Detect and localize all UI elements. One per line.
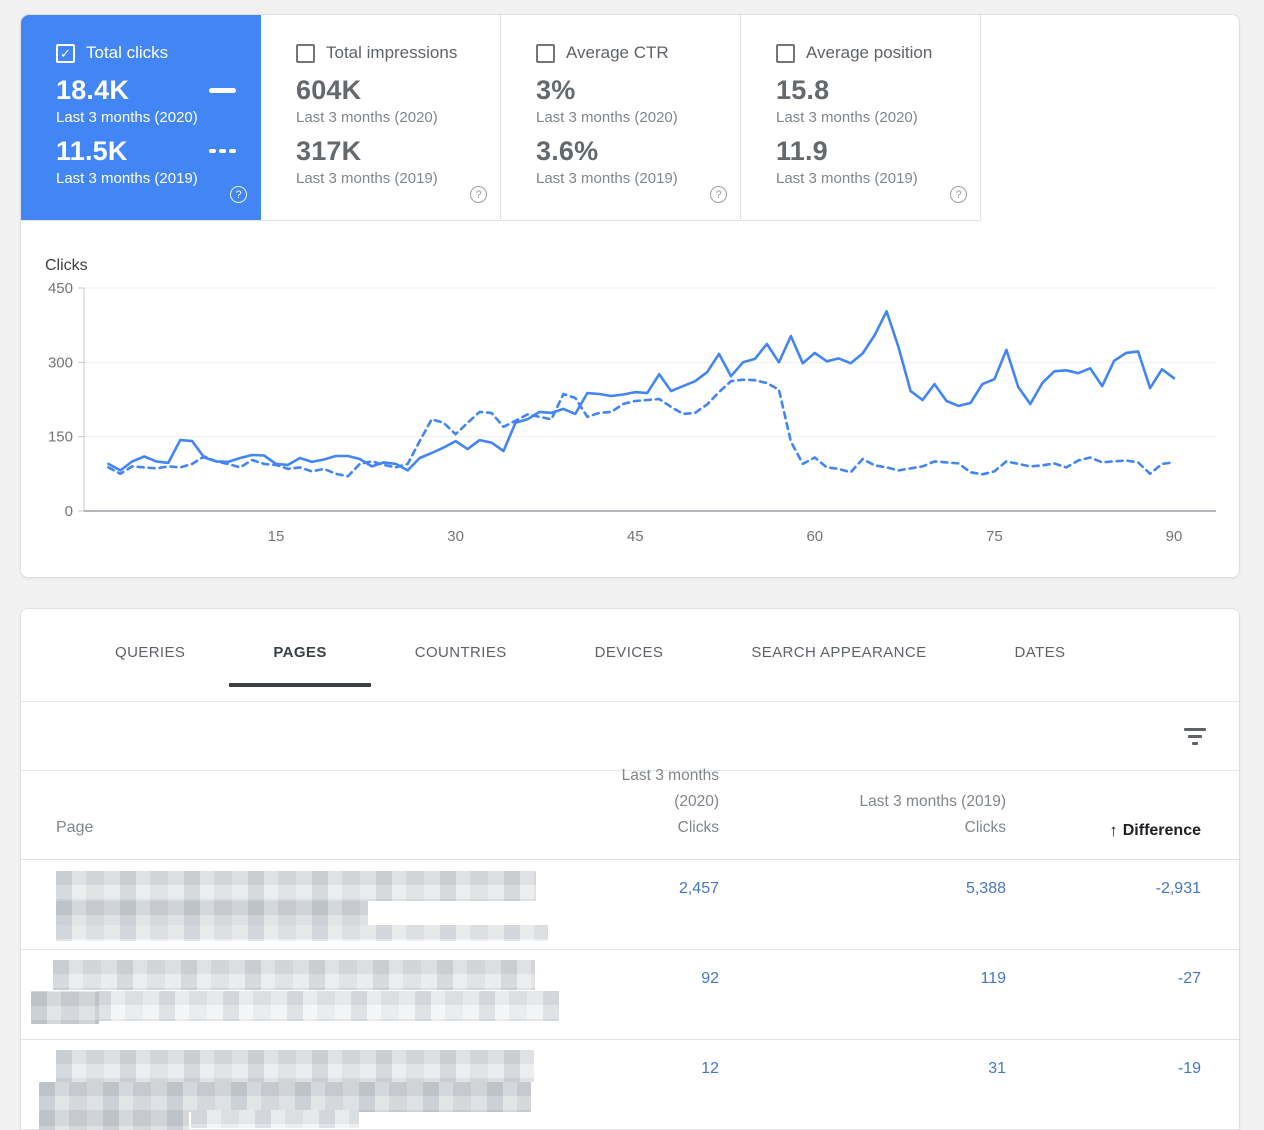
table-header-row: Page Last 3 months (2020) Clicks Last 3 …: [21, 767, 1239, 860]
metric-previous-period: Last 3 months (2019): [296, 170, 438, 187]
svg-text:60: 60: [806, 528, 823, 545]
table-row[interactable]: 2,457 5,388 -2,931: [21, 860, 1239, 950]
metric-previous-value: 11.5K: [56, 135, 128, 166]
metric-card-average-ctr[interactable]: Average CTR 3% Last 3 months (2020) 3.6%…: [501, 15, 741, 220]
clicks-comparison-chart: 0 150 300 450 15 30 45 60 75 90: [48, 280, 1216, 545]
help-icon[interactable]: ?: [950, 186, 967, 203]
average-ctr-checkbox-icon[interactable]: [536, 43, 555, 63]
column-header-difference[interactable]: ↑ Difference: [1006, 821, 1201, 841]
table-toolbar: [21, 702, 1239, 771]
svg-text:75: 75: [986, 528, 1003, 545]
search-performance-report: ✓ Total clicks 18.4K Last 3 months (2020…: [0, 0, 1264, 1130]
svg-text:45: 45: [627, 528, 644, 545]
difference-value: -19: [1177, 1060, 1201, 1077]
table-row[interactable]: 12 31 -19: [21, 1040, 1239, 1130]
tab-search-appearance[interactable]: SEARCH APPEARANCE: [707, 609, 970, 701]
metric-previous: 11.5K: [56, 135, 236, 167]
clicks-2019-value: 5,388: [965, 880, 1006, 897]
svg-text:450: 450: [48, 280, 73, 297]
metrics-chart-panel: ✓ Total clicks 18.4K Last 3 months (2020…: [20, 14, 1240, 578]
clicks-2020-value: 12: [701, 1060, 719, 1077]
column-header-clicks-2019[interactable]: Last 3 months (2019) Clicks: [719, 789, 1006, 841]
clicks-2019-value: 31: [988, 1060, 1006, 1077]
tab-devices[interactable]: DEVICES: [551, 609, 708, 701]
column-period-2019: Last 3 months (2019): [859, 793, 1006, 810]
clicks-2019-value: 119: [980, 970, 1006, 987]
metric-card-header: Total impressions: [296, 43, 476, 63]
total-impressions-checkbox-icon[interactable]: [296, 43, 315, 63]
metric-card-average-position[interactable]: Average position 15.8 Last 3 months (202…: [741, 15, 981, 220]
metric-card-header: Average CTR: [536, 43, 716, 63]
clicks-2020-value: 92: [701, 970, 719, 987]
column-header-clicks-2020[interactable]: Last 3 months (2020) Clicks: [596, 763, 719, 841]
metric-current-value: 15.8: [776, 74, 830, 105]
column-metric-2019: Clicks: [964, 819, 1006, 836]
svg-text:0: 0: [65, 503, 73, 520]
filter-list-icon[interactable]: [1183, 724, 1207, 748]
svg-text:90: 90: [1166, 528, 1183, 545]
metric-current-period: Last 3 months (2020): [536, 109, 678, 126]
metric-card-label: Total impressions: [326, 43, 458, 62]
metric-current-value: 3%: [536, 74, 576, 105]
column-metric-2020: Clicks: [677, 819, 719, 836]
metric-card-label: Average position: [806, 43, 933, 62]
svg-text:15: 15: [268, 528, 285, 545]
svg-text:300: 300: [48, 354, 73, 371]
metric-card-total-impressions[interactable]: Total impressions 604K Last 3 months (20…: [261, 15, 501, 220]
metric-previous-value: 317K: [296, 135, 362, 166]
table-row[interactable]: 92 119 -27: [21, 950, 1239, 1040]
sort-ascending-icon: ↑: [1109, 821, 1118, 840]
metric-previous: 11.9: [776, 135, 956, 167]
column-header-page[interactable]: Page: [21, 815, 596, 841]
metric-card-header: Average position: [776, 43, 956, 63]
clicks-2020-value: 2,457: [678, 880, 719, 897]
help-icon[interactable]: ?: [470, 186, 487, 203]
average-position-checkbox-icon[interactable]: [776, 43, 795, 63]
metric-current-period: Last 3 months (2020): [776, 109, 918, 126]
dimension-tabs: QUERIES PAGES COUNTRIES DEVICES SEARCH A…: [21, 609, 1239, 702]
metric-current-period: Last 3 months (2020): [296, 109, 438, 126]
metric-current: 15.8: [776, 74, 956, 106]
svg-text:30: 30: [447, 528, 464, 545]
difference-value: -2,931: [1155, 880, 1201, 897]
metric-previous: 317K: [296, 135, 476, 167]
dashed-line-legend-icon: [209, 148, 236, 154]
metric-previous: 3.6%: [536, 135, 716, 167]
dimensions-table-panel: QUERIES PAGES COUNTRIES DEVICES SEARCH A…: [20, 608, 1240, 1130]
solid-line-legend-icon: [209, 87, 236, 93]
metric-previous-period: Last 3 months (2019): [536, 170, 678, 187]
help-icon[interactable]: ?: [230, 186, 247, 203]
difference-label: Difference: [1122, 822, 1201, 839]
metric-previous-period: Last 3 months (2019): [776, 170, 918, 187]
metric-previous-value: 11.9: [776, 135, 828, 166]
column-period-2020: Last 3 months (2020): [621, 767, 719, 810]
metric-previous-period: Last 3 months (2019): [56, 170, 198, 187]
svg-text:150: 150: [48, 429, 73, 446]
total-clicks-checkbox-icon[interactable]: ✓: [56, 43, 75, 63]
metric-current: 604K: [296, 74, 476, 106]
help-icon[interactable]: ?: [710, 186, 727, 203]
tab-queries[interactable]: QUERIES: [71, 609, 229, 701]
metric-card-total-clicks[interactable]: ✓ Total clicks 18.4K Last 3 months (2020…: [21, 15, 261, 220]
metric-cards-row: ✓ Total clicks 18.4K Last 3 months (2020…: [21, 15, 981, 221]
metric-card-header: ✓ Total clicks: [56, 43, 236, 63]
metric-current-period: Last 3 months (2020): [56, 109, 198, 126]
metric-card-label: Total clicks: [86, 43, 169, 62]
metric-current-value: 604K: [296, 74, 362, 105]
tab-dates[interactable]: DATES: [971, 609, 1110, 701]
tab-pages[interactable]: PAGES: [229, 609, 372, 701]
difference-value: -27: [1177, 970, 1201, 987]
metric-current: 18.4K: [56, 74, 236, 106]
metric-previous-value: 3.6%: [536, 135, 599, 166]
metric-current-value: 18.4K: [56, 74, 130, 105]
metric-card-label: Average CTR: [566, 43, 669, 62]
tab-countries[interactable]: COUNTRIES: [371, 609, 551, 701]
metric-current: 3%: [536, 74, 716, 106]
